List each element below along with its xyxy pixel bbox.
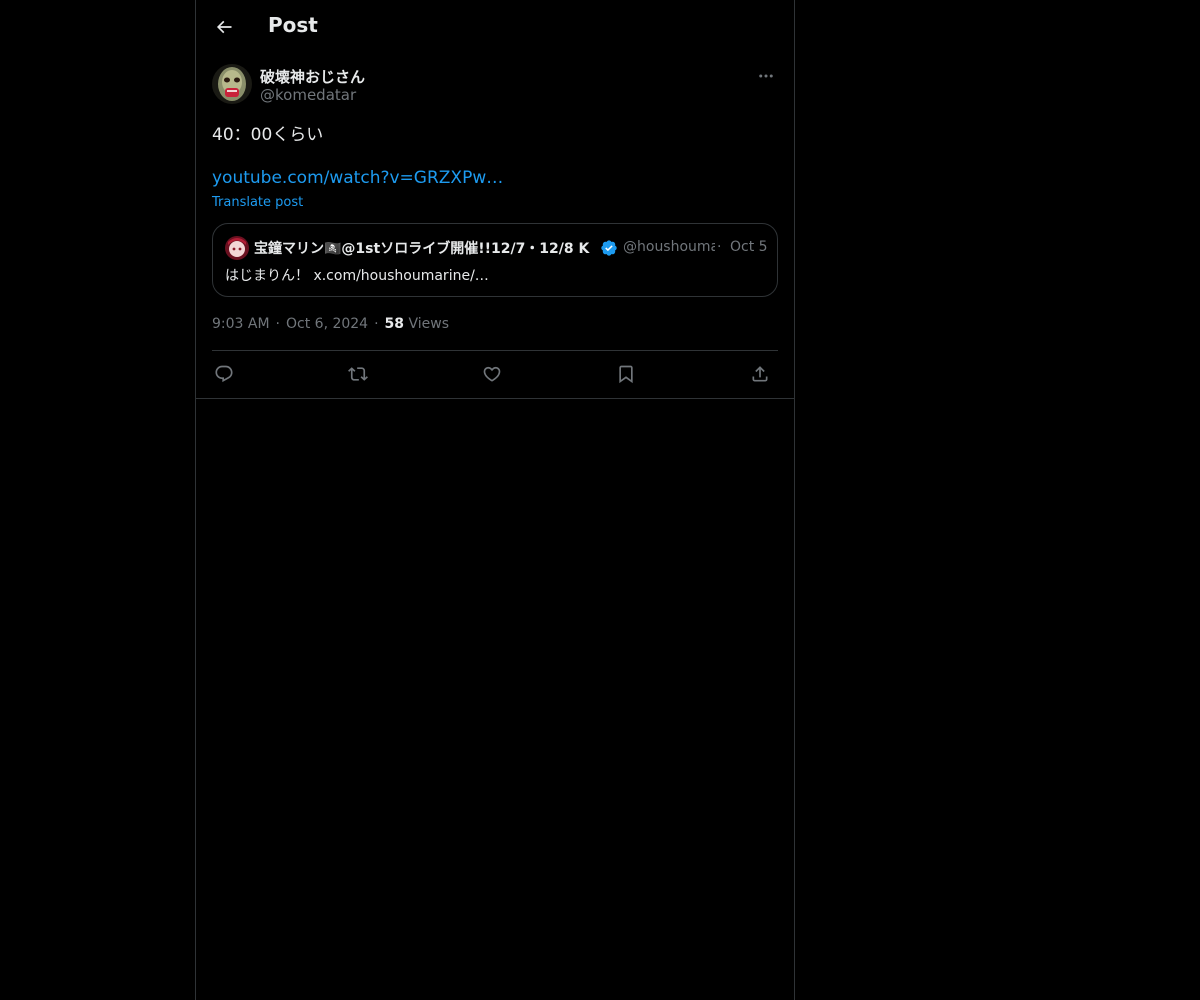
like-button[interactable] — [480, 362, 504, 386]
quoted-post[interactable]: 宝鐘マリン🏴‍☠️@1stソロライブ開催!!12/7・12/8 K @housh… — [212, 223, 778, 297]
post-link[interactable]: youtube.com/watch?v=GRZXPw… — [212, 168, 503, 188]
post-date[interactable]: Oct 6, 2024 — [286, 316, 368, 334]
post-text: 40：00くらい — [212, 125, 324, 145]
more-button[interactable] — [754, 64, 778, 88]
back-button[interactable] — [208, 11, 240, 43]
post-time[interactable]: 9:03 AM — [212, 316, 270, 334]
quote-text: はじまりん！ x.com/houshoumarine/… — [225, 268, 489, 284]
repost-icon — [348, 364, 368, 384]
quote-date: Oct 5 — [730, 239, 768, 255]
action-bar — [212, 362, 778, 386]
share-icon — [750, 364, 770, 384]
author-handle[interactable]: @komedatar — [260, 86, 356, 104]
page-header: Post — [196, 0, 794, 54]
separator-dot: · — [374, 316, 379, 332]
view-stats[interactable]: 58 Views — [385, 316, 449, 334]
avatar[interactable] — [212, 64, 252, 104]
author-name[interactable]: 破壊神おじさん — [260, 66, 365, 87]
separator-dot: · — [275, 316, 280, 332]
share-button[interactable] — [748, 362, 772, 386]
post-author: 破壊神おじさん @komedatar — [212, 64, 778, 108]
primary-column: Post 破壊神おじさん @komedatar 40：00くらい youtube… — [195, 0, 795, 1000]
divider — [196, 398, 794, 399]
more-horizontal-icon — [757, 67, 775, 85]
divider — [212, 350, 778, 351]
page-title: Post — [268, 13, 318, 37]
view-count: 58 — [384, 316, 405, 332]
separator-dot: · — [717, 239, 722, 255]
repost-button[interactable] — [346, 362, 370, 386]
arrow-left-icon — [214, 17, 234, 37]
verified-badge-icon — [600, 239, 618, 257]
views-label: Views — [408, 316, 450, 332]
reply-button[interactable] — [212, 362, 236, 386]
reply-icon — [214, 364, 234, 384]
heart-icon — [482, 364, 502, 384]
bookmark-icon — [616, 364, 636, 384]
post-meta: 9:03 AM · Oct 6, 2024 · 58 Views — [212, 316, 449, 334]
translate-post-button[interactable]: Translate post — [212, 195, 303, 210]
quote-avatar — [225, 236, 249, 260]
quote-author-handle: @houshoumarine — [623, 239, 715, 255]
quote-author-name: 宝鐘マリン🏴‍☠️@1stソロライブ開催!!12/7・12/8 K — [254, 241, 590, 257]
bookmark-button[interactable] — [614, 362, 638, 386]
